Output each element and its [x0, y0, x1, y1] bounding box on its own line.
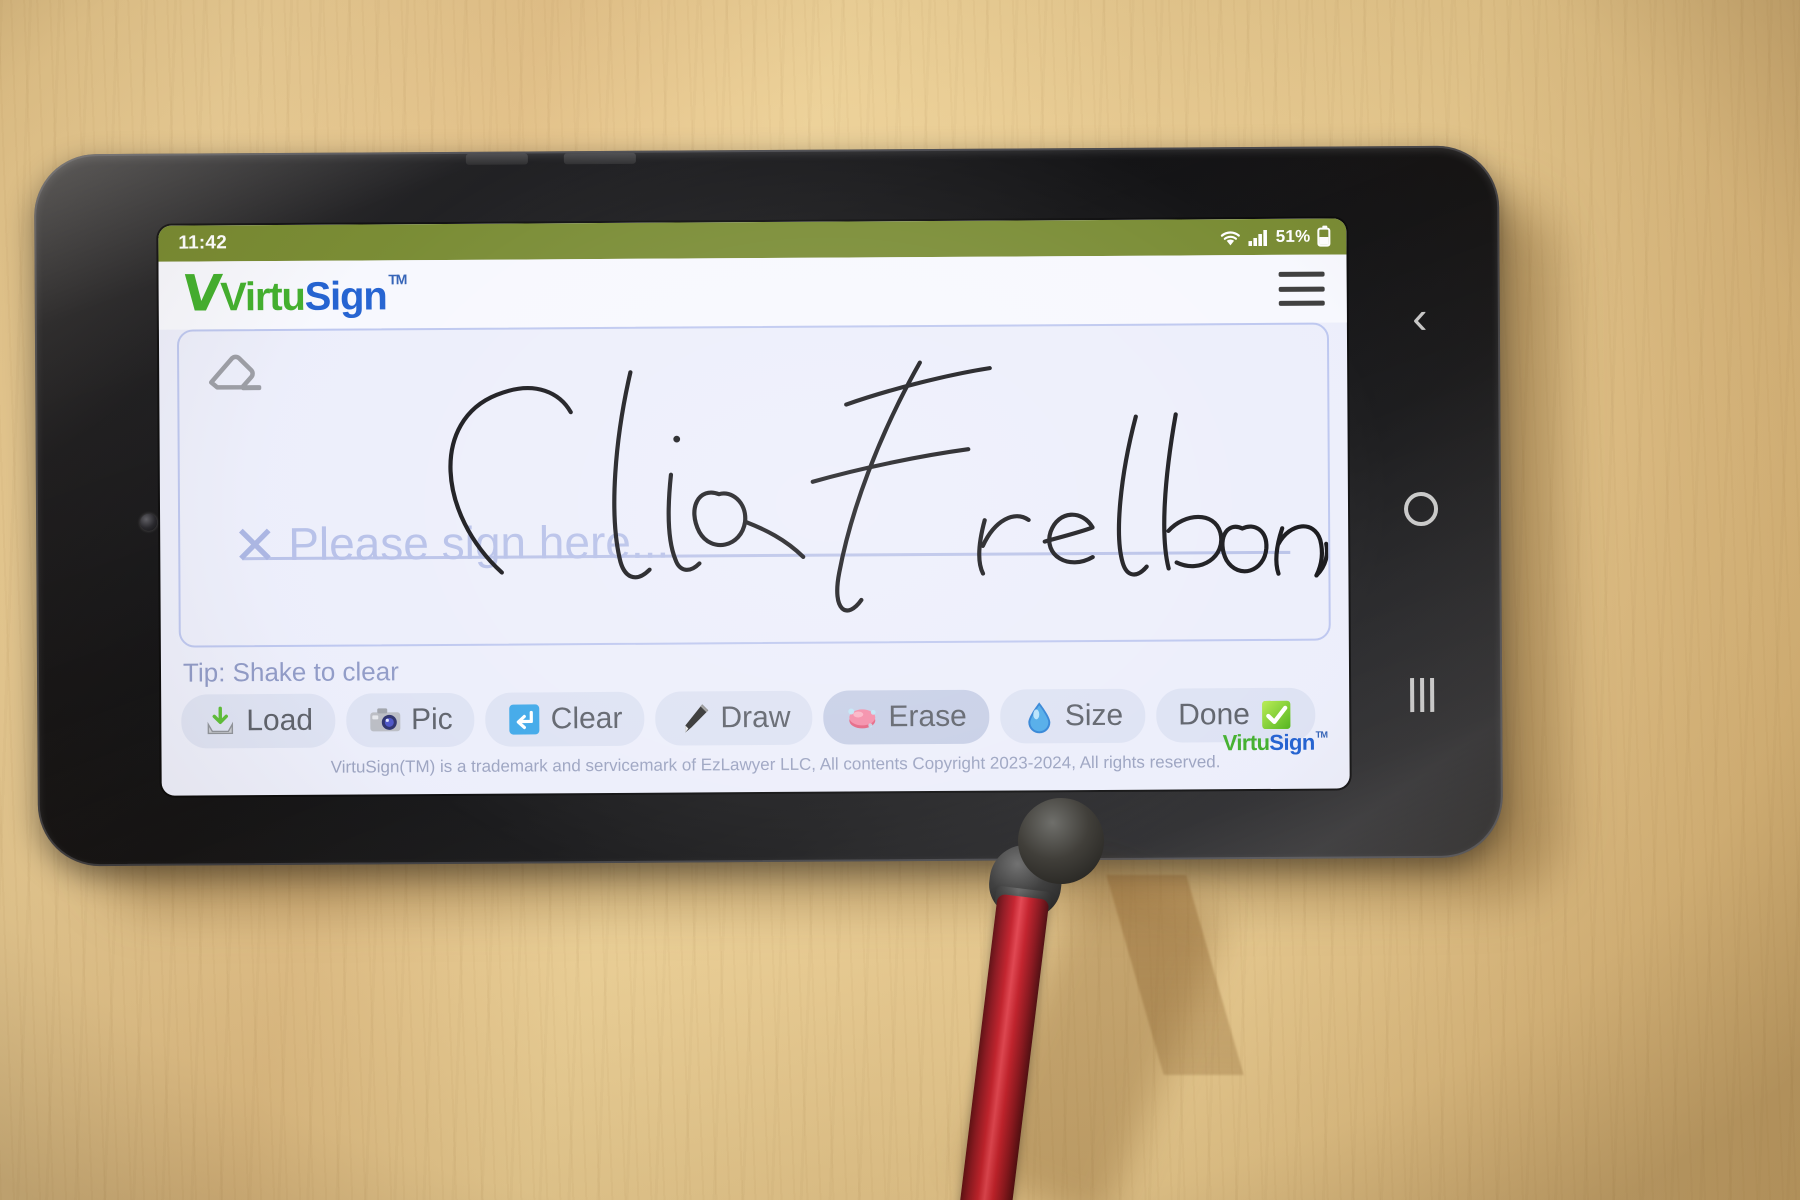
volume-button[interactable]: [465, 153, 528, 165]
tip-text: Tip: Shake to clear: [182, 656, 399, 688]
footer-logo-tm: TM: [1315, 729, 1328, 740]
virtusign-logo: V Virtu Sign TM: [179, 264, 407, 323]
back-icon[interactable]: ‹: [1412, 291, 1428, 343]
copyright-text: VirtuSign(TM) is a trademark and service…: [330, 752, 1221, 777]
toolbar: Load Pic Clear Draw Erase Size Done: [161, 685, 1349, 749]
signature-pad-wrapper: ✕ Please sign here...: [159, 322, 1349, 648]
footer-virtusign-logo: Virtu Sign TM: [1223, 730, 1328, 757]
signature-canvas[interactable]: ✕ Please sign here...: [176, 322, 1331, 648]
power-button[interactable]: [563, 152, 636, 165]
undo-arrow-icon: [508, 702, 542, 736]
droplet-icon: [1022, 699, 1056, 734]
clear-button-label: Clear: [550, 701, 623, 736]
status-time: 11:42: [178, 232, 227, 254]
hamburger-menu-icon[interactable]: [1278, 271, 1325, 306]
pic-button-label: Pic: [410, 702, 453, 737]
photo-scene: 11:42 51% V Virtu Sign TM ✕ Please sign …: [0, 0, 1800, 1200]
done-button-label: Done: [1178, 698, 1250, 732]
recents-icon[interactable]: [1410, 677, 1435, 713]
signature-ink: [448, 360, 1329, 613]
logo-green-text: Virtu: [220, 274, 305, 320]
footer-logo-green: Virtu: [1222, 729, 1270, 756]
size-button-label: Size: [1064, 698, 1124, 733]
draw-button[interactable]: Draw: [655, 690, 813, 746]
footer: VirtuSign(TM) is a trademark and service…: [162, 730, 1350, 784]
erase-button-label: Erase: [888, 699, 967, 734]
home-icon[interactable]: [1403, 491, 1439, 527]
front-camera-icon: [140, 513, 158, 531]
app-header: V Virtu Sign TM: [158, 254, 1347, 330]
wifi-icon: [1220, 229, 1242, 246]
load-button-label: Load: [246, 703, 314, 738]
stylus-shaft: [958, 893, 1050, 1200]
cellular-signal-icon: [1248, 228, 1269, 246]
pen-icon: [677, 701, 711, 735]
logo-blue-text: Sign: [304, 274, 387, 319]
android-nav-bar: ‹: [1373, 218, 1468, 789]
battery-percent-label: 51%: [1275, 226, 1311, 246]
footer-logo-blue: Sign: [1269, 729, 1315, 755]
camera-icon: [368, 703, 402, 737]
erase-button[interactable]: Erase: [823, 689, 989, 745]
battery-icon: [1317, 227, 1331, 247]
size-button[interactable]: Size: [999, 688, 1146, 744]
load-button[interactable]: Load: [181, 693, 336, 749]
green-check-icon: [1259, 698, 1293, 732]
clear-button[interactable]: Clear: [485, 691, 645, 747]
phone-screen: 11:42 51% V Virtu Sign TM ✕ Please sign …: [158, 218, 1350, 796]
logo-check-v: V: [179, 264, 224, 323]
smartphone-device: 11:42 51% V Virtu Sign TM ✕ Please sign …: [33, 145, 1504, 867]
draw-button-label: Draw: [720, 700, 791, 735]
logo-trademark: TM: [388, 271, 407, 288]
soap-icon: [845, 700, 879, 734]
inbox-tray-icon: [203, 704, 237, 738]
pic-button[interactable]: Pic: [345, 692, 475, 748]
